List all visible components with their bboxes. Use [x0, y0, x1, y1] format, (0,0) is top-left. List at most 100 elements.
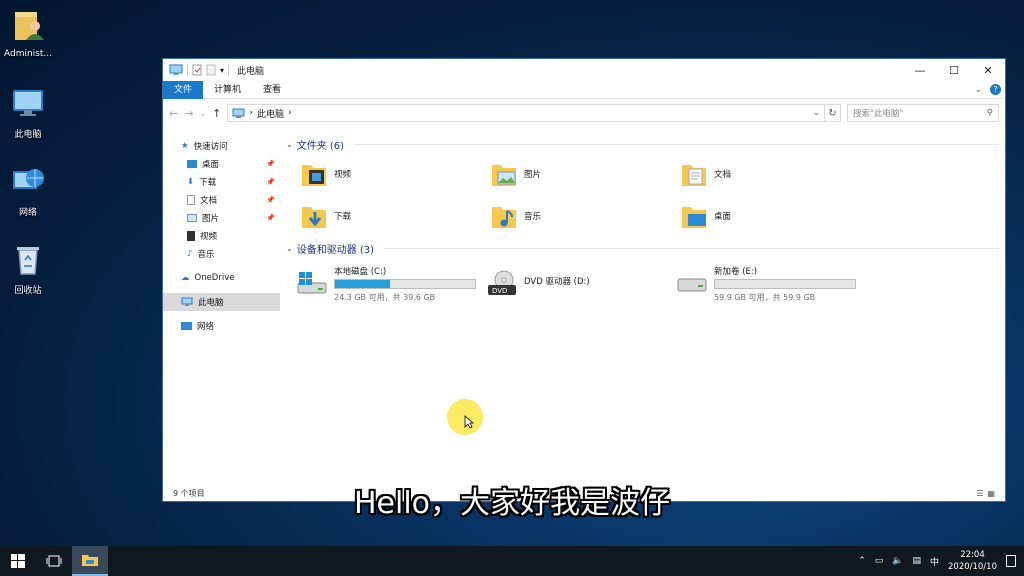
- nav-item-music[interactable]: ♪ 音乐: [163, 245, 280, 263]
- folder-label: 下载: [334, 212, 352, 222]
- desktop-icon-label: 网络: [18, 208, 37, 218]
- show-hidden-icons-icon[interactable]: ⌃: [858, 556, 866, 566]
- pin-icon[interactable]: 📌: [266, 160, 275, 168]
- close-button[interactable]: ✕: [971, 59, 1005, 81]
- collapse-chevron-icon[interactable]: ⌄: [286, 140, 293, 149]
- nav-label: 下载: [199, 178, 217, 188]
- music-note-icon: ♪: [187, 249, 193, 259]
- folder-label: 文档: [714, 170, 732, 180]
- pin-icon[interactable]: 📌: [266, 178, 275, 186]
- computer-icon: [232, 108, 245, 118]
- group-title: 文件夹 (6): [296, 140, 345, 152]
- message-icon[interactable]: ▤: [912, 556, 921, 566]
- nav-item-documents[interactable]: 文档 📌: [163, 191, 280, 209]
- recent-locations-icon[interactable]: ⌄: [199, 109, 206, 118]
- drives-grid: 本地磁盘 (C:) 24.3 GB 可用，共 39.6 GB DVD DVD 驱…: [286, 257, 1005, 303]
- drives-group-header[interactable]: ⌄ 设备和驱动器 (3): [286, 239, 1005, 257]
- nav-label: 桌面: [202, 160, 220, 170]
- task-view-button[interactable]: [36, 546, 72, 576]
- desktop-icon-recycle-bin[interactable]: 回收站: [0, 242, 56, 296]
- breadcrumb-this-pc[interactable]: 此电脑: [257, 107, 284, 120]
- desktop-folder-icon: [682, 207, 706, 228]
- music-folder-icon: [492, 207, 516, 228]
- windows-logo-icon: [11, 554, 25, 568]
- network-status-icon[interactable]: ▭: [875, 556, 884, 566]
- input-method-indicator[interactable]: 中: [930, 555, 939, 568]
- drive-item-e[interactable]: 新加卷 (E:) 59.9 GB 可用，共 59.9 GB: [676, 265, 866, 303]
- folder-item-pictures[interactable]: 图片: [490, 157, 680, 191]
- film-icon: [187, 231, 195, 241]
- computer-icon: [13, 90, 43, 116]
- nav-item-desktop[interactable]: 桌面 📌: [163, 155, 280, 173]
- maximize-button[interactable]: ☐: [937, 59, 971, 81]
- desktop-icon-administrator[interactable]: Administ...: [0, 8, 56, 59]
- nav-this-pc[interactable]: 此电脑: [163, 293, 280, 311]
- nav-item-videos[interactable]: 视频: [163, 227, 280, 245]
- folder-label: 桌面: [714, 212, 732, 222]
- folder-label: 视频: [334, 170, 352, 180]
- pin-icon[interactable]: 📌: [266, 214, 275, 222]
- new-folder-icon[interactable]: [206, 64, 216, 76]
- drive-item-c[interactable]: 本地磁盘 (C:) 24.3 GB 可用，共 39.6 GB: [296, 265, 486, 303]
- download-arrow-icon: ⬇: [187, 177, 195, 187]
- picture-icon: [187, 214, 197, 222]
- address-bar[interactable]: › 此电脑 › ⌄: [227, 104, 825, 122]
- nav-network[interactable]: 网络: [163, 317, 280, 335]
- nav-onedrive[interactable]: ☁ OneDrive: [163, 269, 280, 287]
- drive-usage-fill: [335, 280, 390, 288]
- search-icon: ⚲: [986, 108, 993, 118]
- tab-file[interactable]: 文件: [163, 80, 204, 99]
- quick-access-toolbar: ▾: [169, 64, 230, 76]
- tab-view[interactable]: 查看: [252, 81, 292, 99]
- video-subtitle: Hello，大家好我是波仔: [353, 486, 671, 521]
- customize-toolbar-icon[interactable]: ▾: [220, 66, 224, 75]
- document-icon: [187, 195, 195, 205]
- divider: [187, 64, 188, 76]
- folder-label: 音乐: [524, 212, 542, 222]
- address-dropdown-icon[interactable]: ⌄: [812, 108, 820, 118]
- up-arrow-icon[interactable]: ↑: [212, 107, 221, 120]
- clock[interactable]: 22:04 2020/10/10: [948, 549, 997, 573]
- nav-item-pictures[interactable]: 图片 📌: [163, 209, 280, 227]
- dvd-drive-icon: DVD: [488, 270, 516, 295]
- refresh-icon[interactable]: ↻: [825, 104, 841, 122]
- folder-item-documents[interactable]: 文档: [680, 157, 870, 191]
- back-arrow-icon[interactable]: ←: [169, 107, 178, 120]
- navigation-pane: ★ 快速访问 桌面 📌 ⬇ 下载 📌 文档 📌 图片 📌 视频 ♪ 音乐 ☁ O…: [163, 129, 280, 485]
- expand-ribbon-icon[interactable]: ⌄: [974, 85, 982, 95]
- properties-icon[interactable]: [192, 64, 202, 76]
- help-icon[interactable]: ?: [990, 84, 1001, 95]
- folder-item-music[interactable]: 音乐: [490, 199, 680, 233]
- task-view-icon: [46, 555, 62, 567]
- search-input[interactable]: 搜索"此电脑" ⚲: [847, 104, 999, 122]
- tab-computer[interactable]: 计算机: [203, 81, 252, 99]
- folder-item-desktop[interactable]: 桌面: [680, 199, 870, 233]
- collapse-chevron-icon[interactable]: ⌄: [286, 244, 293, 253]
- forward-arrow-icon[interactable]: →: [184, 107, 193, 120]
- windows-drive-icon: [297, 272, 327, 294]
- downloads-folder-icon: [302, 207, 326, 228]
- desktop-icon-this-pc[interactable]: 此电脑: [0, 86, 56, 140]
- breadcrumb-separator-icon[interactable]: ›: [288, 108, 292, 118]
- explorer-window: ▾ 此电脑 — ☐ ✕ 文件 计算机 查看 ⌄ ? ← → ⌄ ↑ › 此电脑 …: [162, 58, 1006, 502]
- svg-text:DVD: DVD: [492, 287, 507, 295]
- nav-label: 图片: [202, 214, 220, 224]
- nav-item-downloads[interactable]: ⬇ 下载 📌: [163, 173, 280, 191]
- nav-quick-access[interactable]: ★ 快速访问: [163, 137, 280, 155]
- folders-group-header[interactable]: ⌄ 文件夹 (6): [286, 135, 1005, 153]
- folder-item-downloads[interactable]: 下载: [300, 199, 490, 233]
- title-bar: ▾ 此电脑 — ☐ ✕: [163, 59, 1005, 81]
- start-button[interactable]: [0, 546, 36, 576]
- group-title: 设备和驱动器 (3): [296, 244, 375, 256]
- drive-item-d[interactable]: DVD DVD 驱动器 (D:): [486, 265, 676, 303]
- minimize-button[interactable]: —: [903, 59, 937, 81]
- pin-icon[interactable]: 📌: [266, 196, 275, 204]
- taskbar-file-explorer[interactable]: [72, 546, 108, 576]
- folder-item-videos[interactable]: 视频: [300, 157, 490, 191]
- network-globe-icon: [13, 169, 44, 189]
- desktop-icon-network[interactable]: 网络: [0, 164, 56, 218]
- desktop-icon-label: 此电脑: [14, 130, 42, 140]
- folders-grid: 视频 图片 文档 下载 音乐 桌面: [286, 153, 1005, 233]
- volume-icon[interactable]: 🔈: [892, 556, 903, 566]
- notification-center-icon[interactable]: [1006, 555, 1016, 567]
